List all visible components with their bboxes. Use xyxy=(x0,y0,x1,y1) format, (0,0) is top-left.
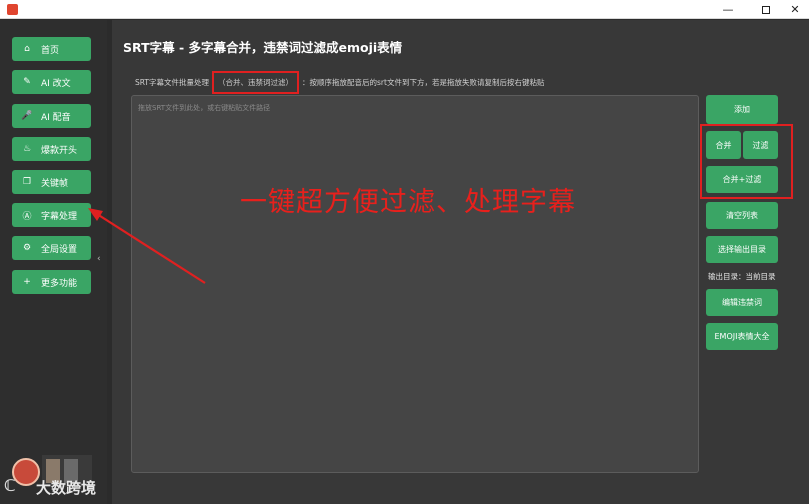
annotation-arrow xyxy=(88,208,206,284)
app-window: — ✕ ⌂ 首页 ✎ AI 改文 🎤 AI 配音 ♨ 爆款开头 ❐ 关键帧 Ⓐ … xyxy=(0,0,809,504)
watermark-text: 大数跨境 xyxy=(36,478,97,497)
watermark: ℂ 大数跨境 xyxy=(4,476,96,498)
watermark-logo-icon: ℂ xyxy=(4,476,16,495)
